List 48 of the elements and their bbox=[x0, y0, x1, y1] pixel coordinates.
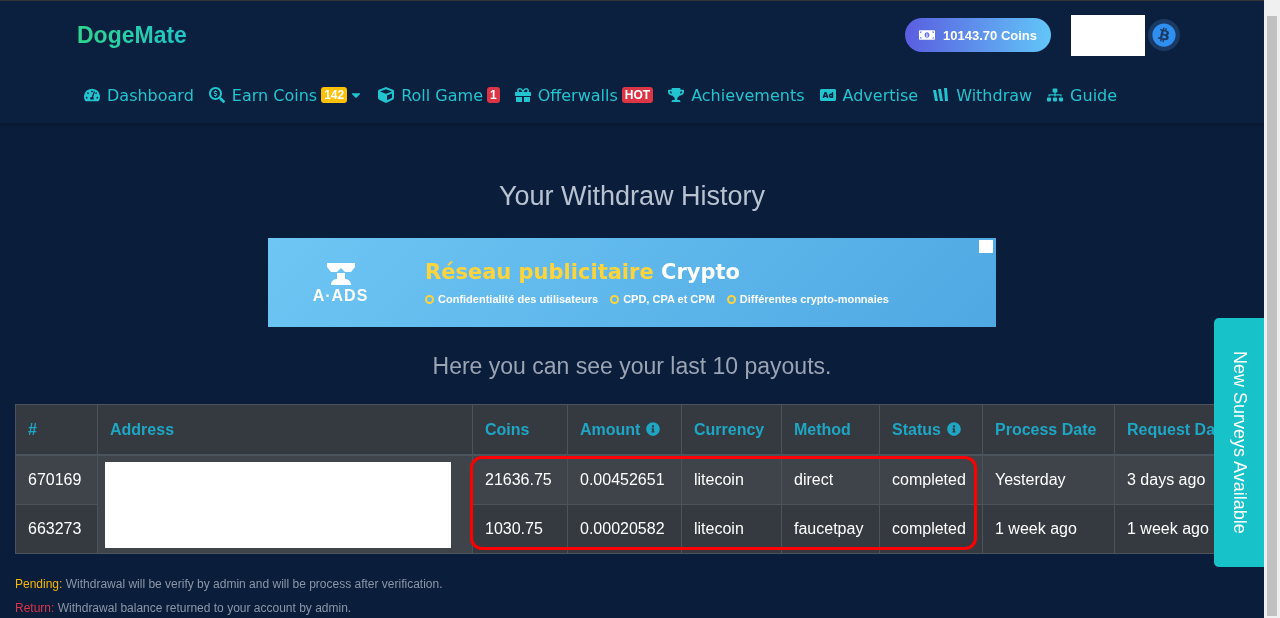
bitcoin-avatar-icon[interactable] bbox=[1148, 19, 1180, 51]
count-badge: 1 bbox=[486, 87, 500, 103]
trophy-icon bbox=[668, 87, 685, 103]
table-cell: 0.00020582 bbox=[567, 504, 682, 554]
table-cell: Yesterday bbox=[982, 455, 1115, 505]
search-dollar-icon bbox=[208, 87, 225, 103]
scrollbar[interactable] bbox=[1264, 0, 1280, 618]
nav-link[interactable]: Withdraw bbox=[933, 85, 1033, 105]
table-cell: 1 week ago bbox=[982, 504, 1115, 554]
subtitle: Here you can see your last 10 payouts. bbox=[432, 353, 832, 380]
count-badge: 142 bbox=[321, 87, 348, 103]
withdraw-icon bbox=[933, 87, 950, 103]
nav-link[interactable]: Dashboard bbox=[84, 85, 194, 105]
ad-brand: A·ADS bbox=[312, 286, 369, 305]
ad-feature: Différentes crypto-monnaies bbox=[726, 293, 889, 305]
cube-icon bbox=[378, 87, 395, 103]
info-icon[interactable] bbox=[646, 421, 661, 436]
table-cell: faucetpay bbox=[781, 504, 880, 554]
column-header: Method bbox=[781, 404, 880, 455]
column-header: Amount bbox=[567, 404, 682, 455]
gauge-icon bbox=[84, 87, 100, 103]
nav-link[interactable]: Roll Game 1 bbox=[378, 85, 500, 105]
nav-link[interactable]: Earn Coins 142 bbox=[208, 85, 364, 105]
nav-link[interactable]: Advertise bbox=[819, 85, 919, 105]
ad-feature: CPD, CPA et CPM bbox=[610, 293, 715, 305]
mask-logo-icon bbox=[324, 260, 357, 287]
column-header: Status bbox=[879, 404, 983, 455]
column-header: Currency bbox=[681, 404, 782, 455]
ad-feature: Confidentialité des utilisateurs bbox=[425, 293, 599, 305]
nav-link[interactable]: Achievements bbox=[668, 85, 805, 105]
table-cell: 21636.75 bbox=[472, 455, 568, 505]
nav-link[interactable]: Guide bbox=[1047, 85, 1118, 105]
legend-note: Pending: Withdrawal will be verify by admin and will be process after verification. bbox=[15, 576, 444, 593]
table-cell: 663273 bbox=[15, 504, 98, 554]
nav-link[interactable]: Offerwalls HOT bbox=[514, 85, 654, 105]
ad-icon bbox=[819, 87, 836, 103]
sitemap-icon bbox=[1047, 87, 1064, 103]
page-title: Your Withdraw History bbox=[497, 181, 767, 212]
gift-icon bbox=[514, 87, 531, 103]
column-header: Coins bbox=[472, 404, 568, 455]
table-cell: 1030.75 bbox=[472, 504, 568, 554]
table-cell: litecoin bbox=[681, 504, 782, 554]
info-icon[interactable] bbox=[946, 421, 961, 436]
count-badge: HOT bbox=[621, 87, 654, 103]
legend-note: Return: Withdrawal balance returned to your account by admin. bbox=[15, 600, 353, 617]
table-cell: 670169 bbox=[15, 455, 98, 505]
ad-headline: Réseau publicitaire Crypto bbox=[425, 260, 741, 284]
banknote-icon bbox=[919, 27, 936, 43]
